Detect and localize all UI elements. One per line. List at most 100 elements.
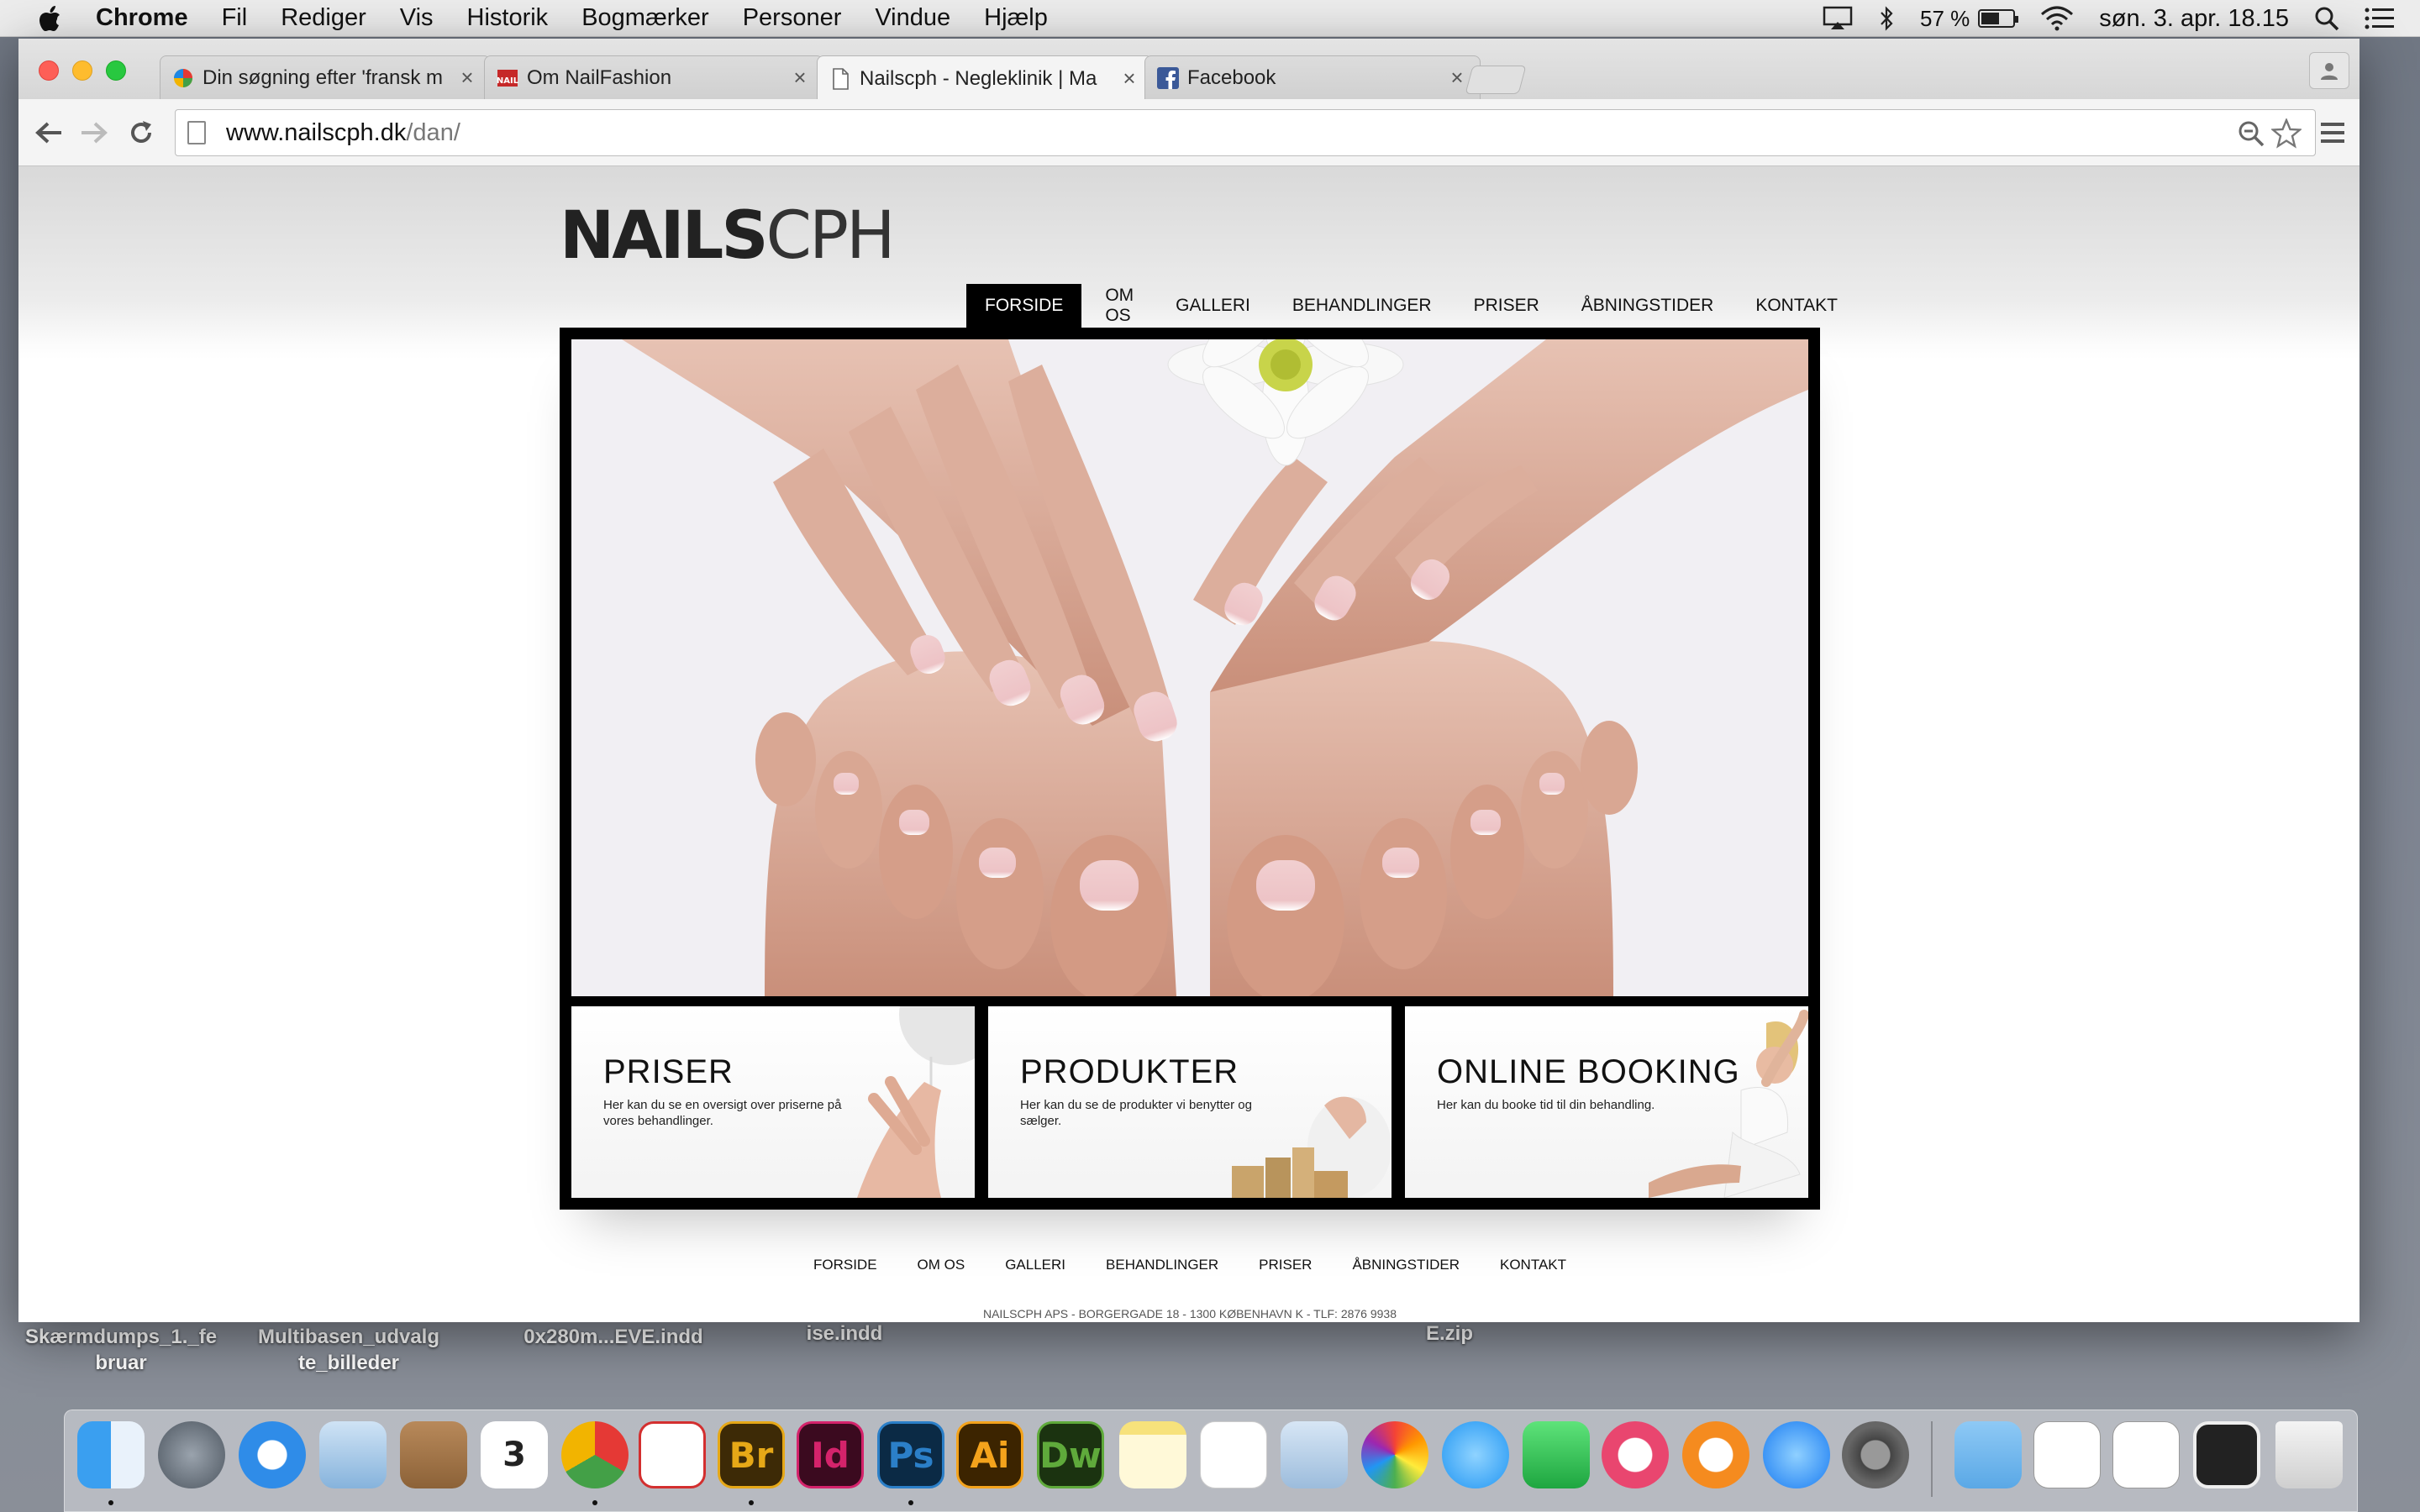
tab-title: Om NailFashion bbox=[527, 66, 672, 89]
contacts-icon[interactable] bbox=[400, 1421, 467, 1488]
illustrator-icon[interactable]: Ai bbox=[956, 1421, 1023, 1488]
nail-logo-icon: NAIL bbox=[497, 67, 518, 89]
dreamweaver-icon[interactable]: Dw bbox=[1037, 1421, 1104, 1488]
desktop-file-label[interactable]: Skærmdumps_1._fe bruar bbox=[12, 1324, 230, 1376]
bluetooth-icon[interactable] bbox=[1878, 5, 1895, 32]
acrobat-icon[interactable] bbox=[639, 1421, 706, 1488]
indesign-icon[interactable]: Id bbox=[797, 1421, 864, 1488]
notes-icon[interactable] bbox=[1119, 1421, 1186, 1488]
desktop-file-label[interactable]: Multibasen_udvalg te_billeder bbox=[244, 1324, 454, 1376]
browser-toolbar: www.nailscph.dk/dan/ bbox=[18, 99, 2360, 166]
browser-tab[interactable]: Din søgning efter 'fransk m × bbox=[160, 55, 491, 99]
desktop-file-label[interactable]: 0x280m...EVE.indd bbox=[504, 1324, 723, 1350]
minimized-window-icon[interactable] bbox=[2193, 1421, 2260, 1488]
apple-icon[interactable] bbox=[34, 5, 67, 31]
wifi-icon[interactable] bbox=[2040, 6, 2074, 31]
reload-icon[interactable] bbox=[123, 114, 160, 151]
reminders-icon[interactable] bbox=[1200, 1421, 1267, 1488]
forward-arrow-icon[interactable] bbox=[76, 114, 113, 151]
card-online-booking[interactable]: ONLINE BOOKING Her kan du booke tid til … bbox=[1405, 1006, 1808, 1198]
card-title: PRISER bbox=[603, 1053, 734, 1090]
notification-center-icon[interactable] bbox=[2365, 7, 2395, 30]
close-window-button[interactable] bbox=[39, 60, 59, 81]
dock-running-indicator bbox=[592, 1500, 597, 1505]
ibooks-icon[interactable] bbox=[1682, 1421, 1749, 1488]
footer-nav-behandlinger[interactable]: BEHANDLINGER bbox=[1106, 1257, 1218, 1273]
bridge-icon[interactable]: Br bbox=[718, 1421, 785, 1488]
menu-hjaelp[interactable]: Hjælp bbox=[984, 4, 1048, 32]
nav-galleri[interactable]: GALLERI bbox=[1157, 284, 1269, 328]
calendar-icon[interactable]: 3 bbox=[481, 1421, 548, 1488]
menu-bogmaerker[interactable]: Bogmærker bbox=[581, 4, 709, 32]
browser-tab[interactable]: Facebook × bbox=[1144, 55, 1481, 99]
clock[interactable]: søn. 3. apr. 18.15 bbox=[2099, 5, 2289, 33]
facetime-icon[interactable] bbox=[1523, 1421, 1590, 1488]
footer-nav-om-os[interactable]: OM OS bbox=[918, 1257, 965, 1273]
hand-balloon-image bbox=[857, 1006, 975, 1198]
appstore-icon[interactable] bbox=[1763, 1421, 1830, 1488]
dock-running-indicator bbox=[749, 1500, 754, 1505]
document-stack-icon[interactable] bbox=[2033, 1421, 2101, 1488]
close-tab-icon[interactable]: × bbox=[1446, 65, 1468, 91]
page-info-icon[interactable] bbox=[187, 121, 206, 144]
chrome-menu-icon[interactable] bbox=[2317, 118, 2348, 148]
launchpad-icon[interactable] bbox=[158, 1421, 225, 1488]
footer-nav-abningstider[interactable]: ÅBNINGSTIDER bbox=[1352, 1257, 1460, 1273]
close-tab-icon[interactable]: × bbox=[789, 65, 811, 91]
nav-behandlinger[interactable]: BEHANDLINGER bbox=[1274, 284, 1450, 328]
menu-app-name[interactable]: Chrome bbox=[96, 4, 188, 32]
safari-icon[interactable] bbox=[239, 1421, 306, 1488]
airplay-icon[interactable] bbox=[1823, 6, 1853, 31]
dock-icon-label: Dw bbox=[1039, 1434, 1102, 1476]
products-image bbox=[1232, 1096, 1392, 1198]
back-arrow-icon[interactable] bbox=[30, 114, 67, 151]
address-bar[interactable]: www.nailscph.dk/dan/ bbox=[175, 109, 2316, 156]
footer-nav-galleri[interactable]: GALLERI bbox=[1005, 1257, 1065, 1273]
nav-abningstider[interactable]: ÅBNINGSTIDER bbox=[1563, 284, 1733, 328]
downloads-folder-icon[interactable] bbox=[1954, 1421, 2022, 1488]
zoom-window-button[interactable] bbox=[106, 60, 126, 81]
minimize-window-button[interactable] bbox=[72, 60, 92, 81]
chrome-icon[interactable] bbox=[561, 1421, 629, 1488]
zoom-out-icon[interactable] bbox=[2238, 120, 2265, 154]
menu-rediger[interactable]: Rediger bbox=[281, 4, 366, 32]
menu-historik[interactable]: Historik bbox=[467, 4, 549, 32]
browser-tab[interactable]: NAIL Om NailFashion × bbox=[484, 55, 823, 99]
mail-icon[interactable] bbox=[319, 1421, 387, 1488]
nav-priser[interactable]: PRISER bbox=[1455, 284, 1558, 328]
close-tab-icon[interactable]: × bbox=[1118, 66, 1140, 92]
menu-vis[interactable]: Vis bbox=[400, 4, 434, 32]
system-preferences-icon[interactable] bbox=[1842, 1421, 1909, 1488]
photos-icon[interactable] bbox=[1361, 1421, 1428, 1488]
itunes-icon[interactable] bbox=[1602, 1421, 1669, 1488]
close-tab-icon[interactable]: × bbox=[456, 65, 478, 91]
menu-vindue[interactable]: Vindue bbox=[875, 4, 950, 32]
new-tab-button[interactable] bbox=[1465, 66, 1527, 94]
footer-nav-forside[interactable]: FORSIDE bbox=[813, 1257, 877, 1273]
desktop-file-label[interactable]: ise.indd bbox=[773, 1320, 916, 1347]
nav-om-os[interactable]: OM OS bbox=[1086, 284, 1152, 328]
nav-kontakt[interactable]: KONTAKT bbox=[1737, 284, 1856, 328]
battery-percent[interactable]: 57 % bbox=[1920, 6, 2019, 32]
finder-icon[interactable] bbox=[77, 1421, 145, 1488]
site-logo[interactable]: NAILSCPH bbox=[560, 198, 896, 274]
menu-fil[interactable]: Fil bbox=[222, 4, 248, 32]
desktop-file-label[interactable]: E.zip bbox=[1395, 1320, 1504, 1347]
footer-nav-kontakt[interactable]: KONTAKT bbox=[1500, 1257, 1566, 1273]
card-produkter[interactable]: PRODUKTER Her kan du se de produkter vi … bbox=[988, 1006, 1392, 1198]
tab-title: Facebook bbox=[1187, 66, 1276, 89]
profile-icon[interactable] bbox=[2309, 52, 2349, 89]
trash-icon[interactable] bbox=[2275, 1421, 2343, 1488]
spotlight-icon[interactable] bbox=[2314, 6, 2339, 31]
document-stack-icon[interactable] bbox=[2112, 1421, 2180, 1488]
preview-icon[interactable] bbox=[1281, 1421, 1348, 1488]
nav-forside[interactable]: FORSIDE bbox=[966, 284, 1082, 328]
footer-nav-priser[interactable]: PRISER bbox=[1259, 1257, 1312, 1273]
dock-icon-label: 3 bbox=[502, 1436, 526, 1474]
bookmark-star-icon[interactable] bbox=[2270, 117, 2303, 155]
menu-personer[interactable]: Personer bbox=[743, 4, 842, 32]
messages-icon[interactable] bbox=[1442, 1421, 1509, 1488]
photoshop-icon[interactable]: Ps bbox=[877, 1421, 944, 1488]
browser-tab-active[interactable]: Nailscph - Negleklinik | Ma × bbox=[817, 55, 1153, 101]
card-priser[interactable]: PRISER Her kan du se en oversigt over pr… bbox=[571, 1006, 975, 1198]
